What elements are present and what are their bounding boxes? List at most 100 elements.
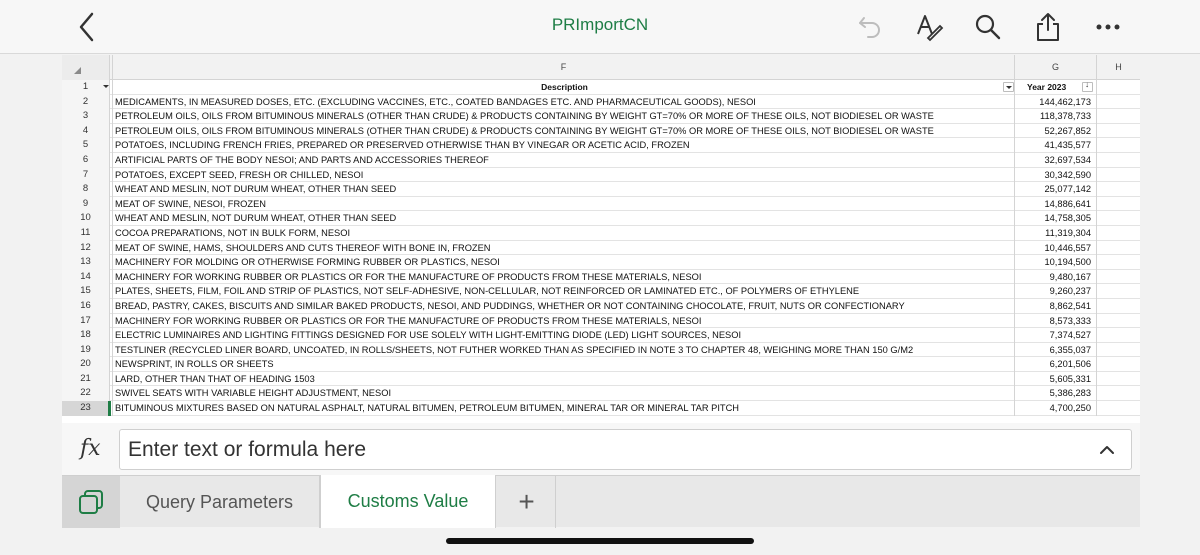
cell[interactable] (1097, 226, 1140, 241)
fx-icon[interactable]: fx (80, 436, 101, 461)
cell[interactable] (1097, 197, 1140, 212)
description-cell[interactable]: POTATOES, EXCEPT SEED, FRESH OR CHILLED,… (113, 167, 1015, 183)
row-number[interactable]: 15 (62, 284, 110, 299)
description-cell[interactable]: TESTLINER (RECYCLED LINER BOARD, UNCOATE… (113, 342, 1015, 358)
row-number[interactable]: 21 (62, 371, 110, 387)
cell[interactable] (1097, 168, 1140, 183)
cell[interactable] (1097, 80, 1140, 95)
value-cell[interactable]: 9,260,237 (1015, 284, 1097, 299)
row-number[interactable]: 19 (62, 342, 110, 358)
cell[interactable] (1097, 255, 1140, 270)
description-cell[interactable]: PETROLEUM OILS, OILS FROM BITUMINOUS MIN… (113, 123, 1015, 139)
value-cell[interactable]: 8,573,333 (1015, 313, 1097, 329)
cell[interactable] (1097, 124, 1140, 139)
row-number[interactable]: 17 (62, 313, 110, 329)
value-cell[interactable]: 9,480,167 (1015, 269, 1097, 285)
select-all-corner[interactable] (62, 55, 110, 80)
row-number[interactable]: 6 (62, 152, 110, 168)
value-cell[interactable]: 11,319,304 (1015, 225, 1097, 241)
description-cell[interactable]: MACHINERY FOR MOLDING OR OTHERWISE FORMI… (113, 255, 1015, 270)
description-cell[interactable]: MEAT OF SWINE, HAMS, SHOULDERS AND CUTS … (113, 240, 1015, 256)
row-number[interactable]: 4 (62, 123, 110, 139)
description-cell[interactable]: SWIVEL SEATS WITH VARIABLE HEIGHT ADJUST… (113, 386, 1015, 402)
cell[interactable] (1097, 343, 1140, 358)
cell[interactable] (1097, 401, 1140, 416)
cell[interactable] (1097, 314, 1140, 329)
row-number[interactable]: 14 (62, 269, 110, 285)
cell[interactable] (1097, 270, 1140, 285)
year-sort-button[interactable] (1082, 80, 1093, 92)
cell[interactable] (1097, 386, 1140, 401)
description-header-cell[interactable]: Description (113, 80, 1015, 95)
description-cell[interactable]: MACHINERY FOR WORKING RUBBER OR PLASTICS… (113, 313, 1015, 329)
column-header-h[interactable]: H (1097, 55, 1140, 80)
row-number[interactable]: 7 (62, 167, 110, 183)
row-number[interactable]: 23 (62, 401, 111, 416)
description-cell[interactable]: WHEAT AND MESLIN, NOT DURUM WHEAT, OTHER… (113, 182, 1015, 197)
description-cell[interactable]: MEDICAMENTS, IN MEASURED DOSES, ETC. (EX… (113, 94, 1015, 110)
value-cell[interactable]: 10,194,500 (1015, 255, 1097, 270)
formula-input[interactable] (128, 436, 1068, 464)
row-number[interactable]: 9 (62, 196, 110, 212)
more-icon[interactable] (1091, 10, 1125, 44)
cell[interactable] (1097, 372, 1140, 387)
value-cell[interactable]: 25,077,142 (1015, 182, 1097, 197)
value-cell[interactable]: 4,700,250 (1015, 401, 1097, 416)
text-format-icon[interactable] (912, 10, 946, 44)
home-indicator[interactable] (446, 538, 754, 544)
description-cell[interactable]: COCOA PREPARATIONS, NOT IN BULK FORM, NE… (113, 225, 1015, 241)
row-number[interactable]: 2 (62, 94, 110, 110)
value-cell[interactable]: 7,374,527 (1015, 328, 1097, 343)
description-cell[interactable]: MEAT OF SWINE, NESOI, FROZEN (113, 196, 1015, 212)
description-cell[interactable]: PETROLEUM OILS, OILS FROM BITUMINOUS MIN… (113, 109, 1015, 124)
filter-dropdown-icon[interactable] (101, 82, 109, 92)
description-filter-button[interactable] (1003, 82, 1014, 92)
value-cell[interactable]: 10,446,557 (1015, 240, 1097, 256)
description-cell[interactable]: ARTIFICIAL PARTS OF THE BODY NESOI; AND … (113, 152, 1015, 168)
row-number[interactable]: 13 (62, 255, 110, 270)
value-cell[interactable]: 8,862,541 (1015, 298, 1097, 314)
cell[interactable] (1097, 284, 1140, 299)
cell[interactable] (1097, 182, 1140, 197)
value-cell[interactable]: 14,886,641 (1015, 196, 1097, 212)
row-number[interactable]: 10 (62, 211, 110, 226)
description-cell[interactable]: POTATOES, INCLUDING FRENCH FRIES, PREPAR… (113, 138, 1015, 153)
row-number[interactable]: 5 (62, 138, 110, 153)
cell[interactable] (1097, 241, 1140, 256)
row-number[interactable]: 3 (62, 109, 110, 124)
description-cell[interactable]: LARD, OTHER THAN THAT OF HEADING 1503 (113, 371, 1015, 387)
cell[interactable] (1097, 328, 1140, 343)
description-cell[interactable]: BITUMINOUS MIXTURES BASED ON NATURAL ASP… (113, 401, 1015, 416)
tab-customs-value[interactable]: Customs Value (320, 475, 496, 528)
add-sheet-button[interactable]: + (498, 476, 556, 528)
row-number[interactable]: 12 (62, 240, 110, 256)
cell[interactable] (1097, 109, 1140, 124)
description-cell[interactable]: WHEAT AND MESLIN, NOT DURUM WHEAT, OTHER… (113, 211, 1015, 226)
column-header-f[interactable]: F (113, 55, 1015, 80)
undo-icon[interactable] (853, 10, 887, 44)
row-number[interactable]: 22 (62, 386, 110, 402)
description-cell[interactable]: ELECTRIC LUMINAIRES AND LIGHTING FITTING… (113, 328, 1015, 343)
description-cell[interactable]: MACHINERY FOR WORKING RUBBER OR PLASTICS… (113, 269, 1015, 285)
value-cell[interactable]: 144,462,173 (1015, 94, 1097, 110)
description-cell[interactable]: PLATES, SHEETS, FILM, FOIL AND STRIP OF … (113, 284, 1015, 299)
value-cell[interactable]: 32,697,534 (1015, 152, 1097, 168)
row-number[interactable]: 20 (62, 357, 110, 372)
share-icon[interactable] (1031, 10, 1065, 44)
cell[interactable] (1097, 357, 1140, 372)
description-cell[interactable]: NEWSPRINT, IN ROLLS OR SHEETS (113, 357, 1015, 372)
spreadsheet-grid[interactable]: F G H 1 Description Year 2023 2MEDICAMEN (62, 55, 1140, 423)
column-header-g[interactable]: G (1015, 55, 1097, 80)
value-cell[interactable]: 5,605,331 (1015, 371, 1097, 387)
value-cell[interactable]: 14,758,305 (1015, 211, 1097, 226)
tab-query-parameters[interactable]: Query Parameters (120, 476, 320, 528)
sheets-overview-button[interactable] (62, 476, 120, 528)
value-cell[interactable]: 5,386,283 (1015, 386, 1097, 402)
cell[interactable] (1097, 138, 1140, 153)
value-cell[interactable]: 6,355,037 (1015, 342, 1097, 358)
cell[interactable] (1097, 299, 1140, 314)
row-number[interactable]: 11 (62, 225, 110, 241)
description-cell[interactable]: BREAD, PASTRY, CAKES, BISCUITS AND SIMIL… (113, 298, 1015, 314)
row-number[interactable]: 16 (62, 298, 110, 314)
cell[interactable] (1097, 95, 1140, 110)
